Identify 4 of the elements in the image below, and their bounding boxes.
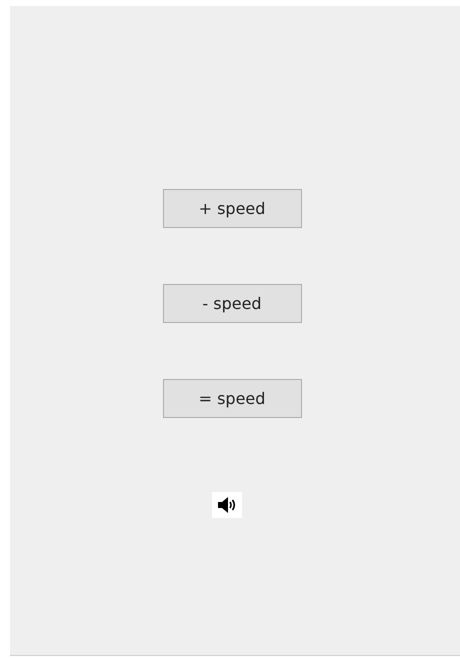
speed-button[interactable]: = speed	[162, 379, 302, 418]
speaker-icon[interactable]	[212, 492, 242, 518]
speed-button[interactable]: + speed	[162, 189, 302, 228]
speed-button[interactable]: - speed	[162, 284, 302, 323]
